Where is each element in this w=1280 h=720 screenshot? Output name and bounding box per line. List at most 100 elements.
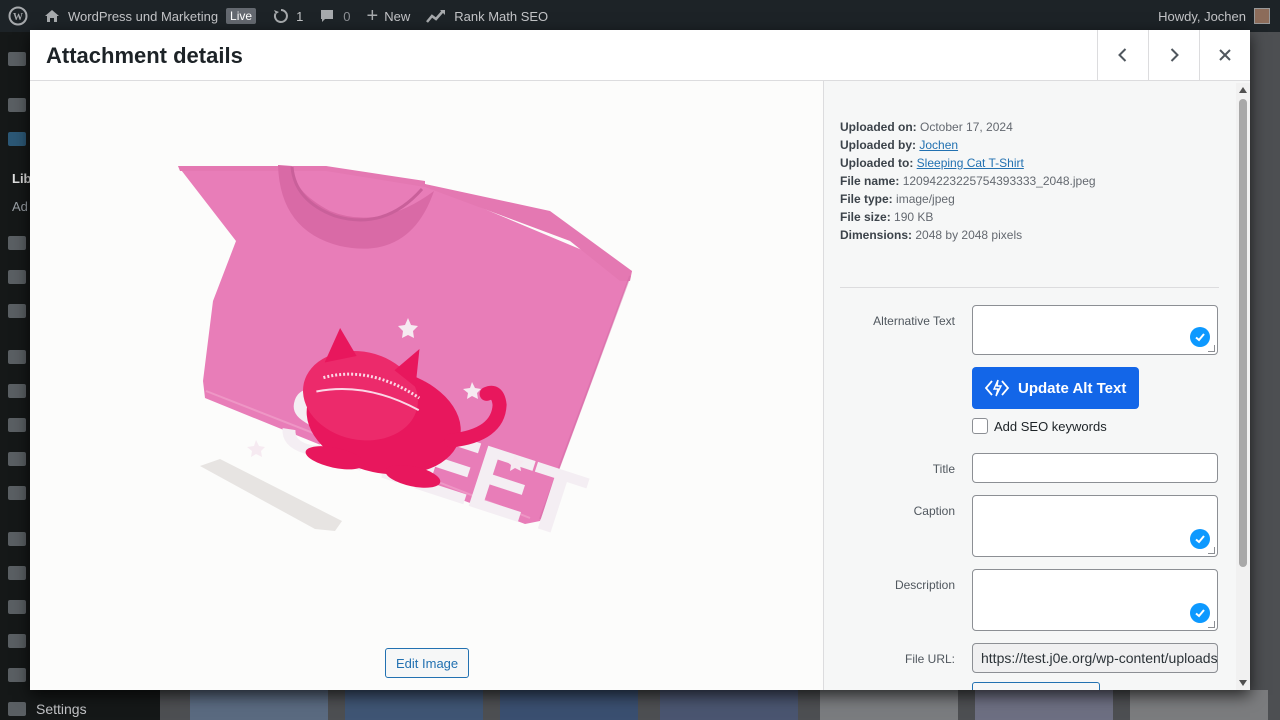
seo-keywords-label[interactable]: Add SEO keywords [994,419,1107,434]
media-thumbnail [190,690,328,720]
media-thumbnail [345,690,483,720]
home-icon [45,10,59,22]
site-name-link[interactable]: WordPress und Marketing Live [36,0,264,32]
media-icon [8,132,26,146]
next-button[interactable] [1148,30,1199,80]
account-menu[interactable]: Howdy, Jochen [1158,8,1280,24]
new-label: New [384,8,411,24]
update-alt-text-button[interactable]: Update Alt Text [972,367,1139,409]
resize-handle[interactable] [1208,547,1215,554]
copy-url-button[interactable]: Copy URL to clipboard [972,682,1101,690]
comments-menu-icon [8,270,26,284]
alt-text-field[interactable] [972,305,1218,355]
updates-icon [274,9,289,23]
check-icon [1190,603,1210,623]
resize-handle[interactable] [1208,345,1215,352]
file-url-field[interactable]: https://test.j0e.org/wp-content/uploads/… [972,643,1218,673]
title-field[interactable] [972,453,1218,483]
uploaded-by-row: Uploaded by: Jochen [840,136,958,154]
analytics-icon [8,452,26,466]
modal-title: Attachment details [46,43,243,68]
media-thumbnail [500,690,638,720]
close-icon [1219,49,1231,61]
avatar [1254,8,1270,24]
caption-field[interactable] [972,495,1218,557]
uploaded-to-label: Uploaded to: [840,156,914,170]
check-icon [1190,327,1210,347]
update-alt-text-label: Update Alt Text [1018,379,1127,397]
comments-count: 0 [343,8,351,24]
file-type-row: File type: image/jpeg [840,190,955,208]
chevron-right-icon [1170,48,1179,62]
howdy-label: Howdy, Jochen [1158,8,1246,24]
file-name-label: File name: [840,174,900,188]
uploaded-by-link[interactable]: Jochen [919,138,958,152]
dashboard-icon [8,52,26,66]
previous-button[interactable] [1097,30,1148,80]
close-button[interactable] [1199,30,1250,80]
media-library-item: Lib [12,171,32,186]
file-type-value: image/jpeg [896,192,955,206]
updates-count: 1 [296,8,304,24]
file-type-label: File type: [840,192,893,206]
settings-menu-label: Settings [36,701,87,717]
rankmath-icon [426,10,446,23]
marketing-icon [8,486,26,500]
scrollbar-thumb[interactable] [1239,99,1247,567]
caption-label: Caption [913,504,955,518]
svg-text:W: W [13,12,23,23]
alt-text-label: Alternative Text [873,314,955,328]
seo-keywords-row: Add SEO keywords [972,418,1107,434]
scroll-up-icon[interactable] [1239,87,1247,93]
file-size-label: File size: [840,210,891,224]
new-content-link[interactable]: + New [359,0,419,32]
tshirt-image: SWEET [178,165,632,558]
products-icon [8,384,26,398]
feedback-icon [8,304,26,318]
updates-link[interactable]: 1 [264,0,311,32]
uploaded-on-row: Uploaded on: October 17, 2024 [840,118,1013,136]
media-add-item: Ad [12,199,28,214]
appearance-icon [8,532,26,546]
title-label: Title [932,462,955,476]
scroll-down-icon[interactable] [1239,680,1247,686]
uploaded-by-label: Uploaded by: [840,138,917,152]
woocommerce-icon [8,350,26,364]
users-icon [8,634,26,648]
check-icon [1190,529,1210,549]
comments-link[interactable]: 0 [311,0,358,32]
plus-icon: + [366,5,379,27]
posts-icon [8,98,26,112]
uploaded-to-row: Uploaded to: Sleeping Cat T-Shirt [840,154,1024,172]
resize-handle[interactable] [1208,621,1215,628]
description-label: Description [894,578,955,592]
seo-keywords-checkbox[interactable] [972,418,988,434]
comment-icon [321,10,334,22]
tools2-icon [8,668,26,682]
rankmath-label: Rank Math SEO [454,8,549,24]
divider [840,287,1219,288]
file-name-row: File name: 12094223225754393333_2048.jpe… [840,172,1096,190]
site-name: WordPress und Marketing [68,8,219,24]
chevron-left-icon [1118,48,1127,62]
admin-bar: W WordPress und Marketing Live 1 0 + New… [0,0,1280,32]
edit-image-button[interactable]: Edit Image [385,648,470,678]
attachment-details-pane: Uploaded on: October 17, 2024 Uploaded b… [823,81,1250,690]
media-thumbnail [660,690,798,720]
description-field[interactable] [972,569,1218,631]
dimensions-row: Dimensions: 2048 by 2048 pixels [840,226,1022,244]
ai-code-icon [984,379,1010,397]
media-thumbnail [1130,690,1268,720]
dimensions-value: 2048 by 2048 pixels [915,228,1023,242]
file-name-value: 12094223225754393333_2048.jpeg [902,174,1096,188]
dimensions-label: Dimensions: [840,228,913,242]
pages-icon [8,236,26,250]
wordpress-logo-icon[interactable]: W [0,0,36,32]
tools-icon [8,600,26,614]
details-scrollbar[interactable] [1236,83,1250,690]
payments-icon [8,418,26,432]
rankmath-link[interactable]: Rank Math SEO [418,0,556,32]
plugins-icon [8,566,26,580]
file-size-value: 190 KB [894,210,934,224]
uploaded-to-link[interactable]: Sleeping Cat T-Shirt [917,156,1024,170]
